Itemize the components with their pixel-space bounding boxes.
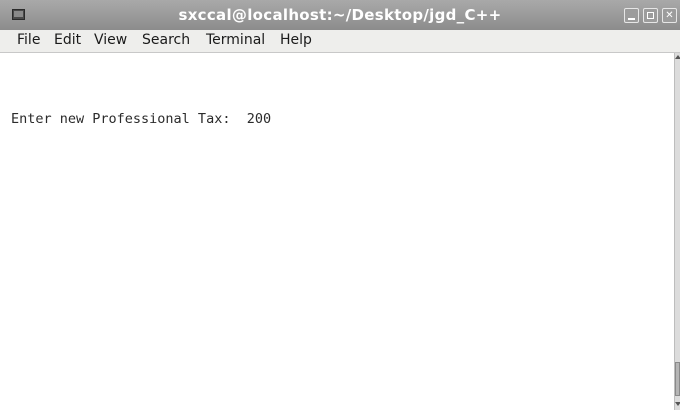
- close-icon[interactable]: ✕: [662, 8, 677, 23]
- scrollbar-thumb[interactable]: [675, 362, 680, 396]
- title-bar[interactable]: sxccal@localhost:~/Desktop/jgd_C++ ✕: [0, 0, 680, 30]
- vertical-scrollbar[interactable]: [674, 53, 680, 410]
- terminal-line: Enter new Professional Tax: 200: [11, 111, 272, 127]
- menu-help[interactable]: Help: [280, 30, 312, 52]
- minimize-icon[interactable]: [624, 8, 639, 23]
- scroll-up-icon[interactable]: [675, 55, 680, 59]
- menu-view[interactable]: View: [94, 30, 127, 52]
- menu-terminal[interactable]: Terminal: [206, 30, 265, 52]
- scroll-down-icon[interactable]: [675, 402, 680, 406]
- menu-search[interactable]: Search: [142, 30, 190, 52]
- terminal-window: sxccal@localhost:~/Desktop/jgd_C++ ✕ Fil…: [0, 0, 680, 410]
- menu-edit[interactable]: Edit: [54, 30, 81, 52]
- window-title: sxccal@localhost:~/Desktop/jgd_C++: [178, 6, 502, 24]
- menu-file[interactable]: File: [17, 30, 40, 52]
- maximize-icon[interactable]: [643, 8, 658, 23]
- menu-bar: File Edit View Search Terminal Help: [0, 30, 680, 53]
- terminal-output[interactable]: Enter new Professional Tax: 200: [0, 53, 674, 410]
